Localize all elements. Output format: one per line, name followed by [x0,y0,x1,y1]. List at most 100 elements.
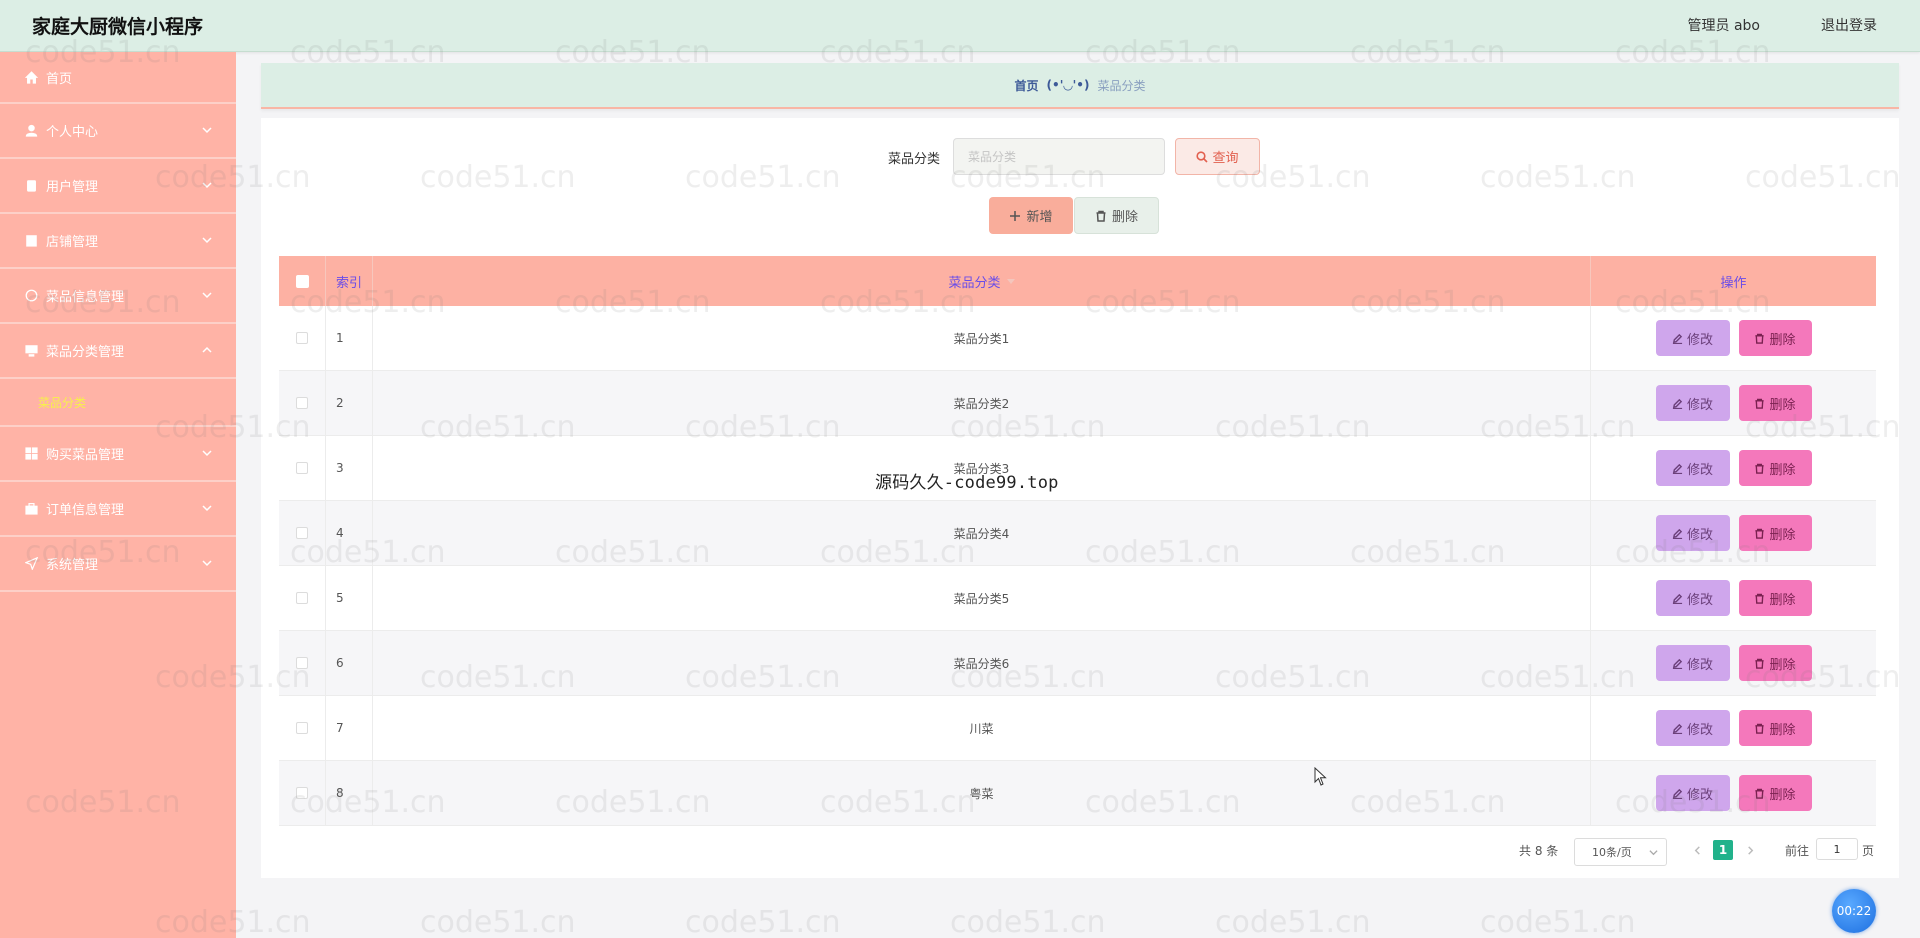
row-delete-button[interactable]: 删除 [1738,450,1812,486]
edit-button[interactable]: 修改 [1655,450,1730,486]
watermark-text: code51.cn [420,905,576,938]
edit-button-label: 修改 [1686,462,1713,478]
search-icon [1196,150,1209,163]
row-index: 7 [326,696,373,760]
column-header-category[interactable]: 菜品分类 [373,256,1591,306]
edit-button[interactable]: 修改 [1655,385,1730,421]
watermark-text: code51.cn [1215,905,1371,938]
select-all-checkbox[interactable] [295,274,309,288]
row-index: 5 [326,566,373,630]
trash-icon [1754,788,1765,799]
sidebar-item-label: 订单信息管理 [46,503,125,518]
trash-icon [1095,210,1107,222]
row-delete-button[interactable]: 删除 [1738,385,1812,421]
edit-button[interactable]: 修改 [1655,580,1730,616]
page-size-value: 10条/页 [1592,846,1632,859]
chevron-down-icon [202,289,214,301]
send-icon [24,557,38,571]
trash-icon [1754,723,1765,734]
row-index: 3 [326,436,373,500]
logout-link[interactable]: 退出登录 [1821,15,1877,35]
briefcase-icon [24,502,38,516]
sidebar-item-stores[interactable]: 店铺管理 [0,214,236,269]
row-delete-button-label: 删除 [1769,657,1796,673]
sidebar: 首页 个人中心 用户管理 店铺管理 菜品信息管理 菜品分类管理 菜品分类 购买菜… [0,52,236,938]
sidebar-item-orders[interactable]: 订单信息管理 [0,482,236,537]
edit-button[interactable]: 修改 [1655,775,1730,811]
row-check-cell [279,696,326,760]
row-check-cell [279,566,326,630]
row-checkbox[interactable] [296,527,308,539]
sidebar-item-label: 购买菜品管理 [46,448,125,463]
sidebar-item-profile[interactable]: 个人中心 [0,104,236,159]
sidebar-item-dish-category[interactable]: 菜品分类管理 [0,324,236,379]
row-delete-button[interactable]: 删除 [1738,320,1812,356]
top-header: 家庭大厨微信小程序 管理员 abo 退出登录 [0,0,1920,52]
search-input[interactable] [953,138,1165,175]
column-header-index: 索引 [326,256,373,306]
breadcrumb: 首页 (•'◡'•) 菜品分类 [261,63,1899,109]
next-page-button[interactable] [1740,840,1760,860]
row-check-cell [279,306,326,370]
trash-icon [1754,658,1765,669]
breadcrumb-home[interactable]: 首页 [1015,77,1039,94]
sort-icon[interactable] [1006,278,1015,284]
user-icon [24,124,38,138]
row-actions: 修改 删除 [1591,761,1876,825]
row-actions: 修改 删除 [1591,371,1876,435]
row-checkbox[interactable] [296,657,308,669]
row-checkbox[interactable] [296,722,308,734]
edit-button-label: 修改 [1686,787,1713,803]
edit-button-label: 修改 [1686,722,1713,738]
sidebar-item-purchase[interactable]: 购买菜品管理 [0,427,236,482]
edit-icon [1672,528,1683,539]
table-row: 2 菜品分类2 修改 删除 [279,371,1876,436]
goto-page-input[interactable] [1816,838,1858,860]
sidebar-item-label: 首页 [46,71,73,87]
chevron-down-icon [202,502,214,514]
sidebar-item-home[interactable]: 首页 [0,52,236,104]
batch-delete-button[interactable]: 删除 [1074,197,1159,234]
table-row: 6 菜品分类6 修改 删除 [279,631,1876,696]
edit-button[interactable]: 修改 [1655,710,1730,746]
sidebar-item-system[interactable]: 系统管理 [0,537,236,592]
watermark-text: code51.cn [950,905,1106,938]
edit-icon [1672,788,1683,799]
sidebar-subitem-dish-category[interactable]: 菜品分类 [0,379,236,427]
edit-icon [1672,593,1683,604]
goto-unit: 页 [1862,844,1875,858]
sidebar-item-label: 用户管理 [46,180,99,195]
row-actions: 修改 删除 [1591,436,1876,500]
row-delete-button[interactable]: 删除 [1738,645,1812,681]
page-size-select[interactable]: 10条/页 [1574,838,1667,866]
overlay-watermark-text: 源码久久-code99.top [875,473,1059,493]
row-check-cell [279,371,326,435]
row-checkbox[interactable] [296,397,308,409]
table-header: 索引 菜品分类 操作 [279,256,1876,306]
row-delete-button[interactable]: 删除 [1738,775,1812,811]
add-button[interactable]: 新增 [989,197,1073,234]
row-checkbox[interactable] [296,787,308,799]
edit-button[interactable]: 修改 [1655,645,1730,681]
sidebar-item-users[interactable]: 用户管理 [0,159,236,214]
page-number-current[interactable]: 1 [1713,840,1733,860]
sidebar-subitem-label: 菜品分类 [38,395,87,410]
row-index: 4 [326,501,373,565]
row-delete-button-label: 删除 [1769,332,1796,348]
row-delete-button-label: 删除 [1769,527,1796,543]
sidebar-item-dish-info[interactable]: 菜品信息管理 [0,269,236,324]
prev-page-button[interactable] [1687,840,1707,860]
edit-button[interactable]: 修改 [1655,320,1730,356]
trash-icon [1754,333,1765,344]
row-delete-button[interactable]: 删除 [1738,710,1812,746]
edit-button[interactable]: 修改 [1655,515,1730,551]
table-body: 1 菜品分类1 修改 删除 2 菜品分类2 修改 删除 3 菜品分类3 修改 删除 4 菜品分类4 修改 删除… [279,306,1876,826]
row-delete-button[interactable]: 删除 [1738,580,1812,616]
row-checkbox[interactable] [296,592,308,604]
breadcrumb-current: 菜品分类 [1097,78,1146,93]
row-checkbox[interactable] [296,332,308,344]
row-checkbox[interactable] [296,462,308,474]
row-delete-button[interactable]: 删除 [1738,515,1812,551]
query-button[interactable]: 查询 [1175,138,1260,175]
category-table: 索引 菜品分类 操作 1 菜品分类1 修改 删除 2 菜品分类2 修改 删除 3 菜品分类3 修改删… [279,256,1876,826]
